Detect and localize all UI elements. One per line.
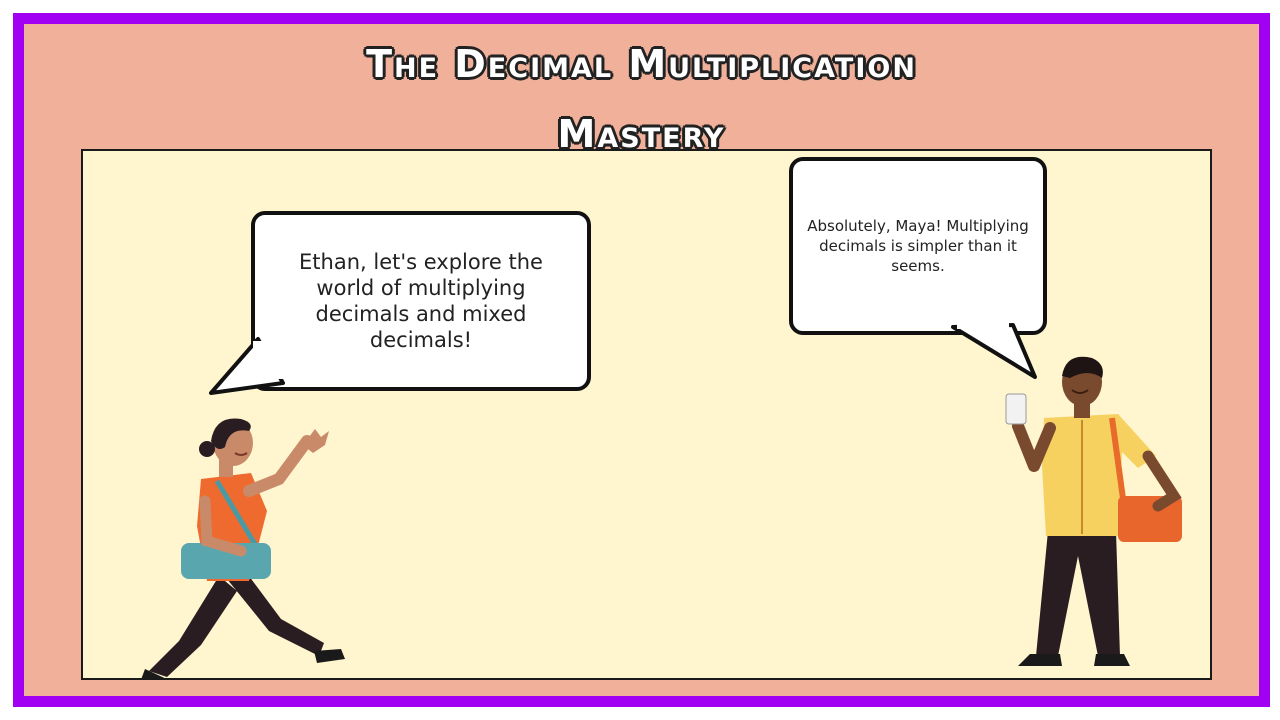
title-line-1: The Decimal Multiplication bbox=[366, 42, 917, 86]
right-speech-bubble: Absolutely, Maya! Multiplying decimals i… bbox=[789, 157, 1047, 335]
slide-frame: The Decimal Multiplication Mastery Ethan… bbox=[13, 13, 1270, 707]
left-speech-tail bbox=[209, 337, 293, 395]
woman-character-icon bbox=[141, 418, 345, 678]
right-speech-text: Absolutely, Maya! Multiplying decimals i… bbox=[807, 217, 1029, 275]
left-speech-text: Ethan, let's explore the world of multip… bbox=[299, 250, 543, 352]
left-speech-bubble: Ethan, let's explore the world of multip… bbox=[251, 211, 591, 391]
man-character-icon bbox=[1005, 356, 1182, 666]
comic-panel: Ethan, let's explore the world of multip… bbox=[81, 149, 1212, 680]
